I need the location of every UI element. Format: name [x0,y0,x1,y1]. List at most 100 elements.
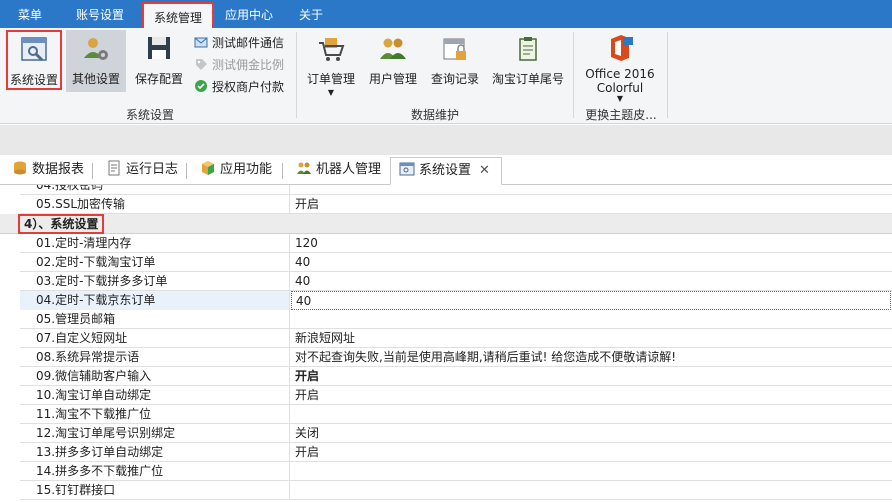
ribbon-separator [296,32,297,118]
users-icon [297,162,311,174]
table-row[interactable]: 14.拼多多不下载推广位 [0,462,892,481]
property-value[interactable]: 开启 [291,386,891,405]
save-config-button[interactable]: 保存配置 [130,30,188,92]
property-value[interactable]: 40 [291,272,891,291]
menu-item-about[interactable]: 关于 [289,0,333,28]
property-value[interactable] [291,185,891,195]
user-management-label: 用户管理 [368,72,417,86]
property-value[interactable]: 开启 [291,443,891,462]
property-name: 14.拼多多不下载推广位 [20,462,290,481]
floppy-disk-icon [148,37,170,59]
property-value[interactable] [291,405,891,424]
system-settings-label: 系统设置 [9,73,58,87]
property-name: 03.定时-下载拼多多订单 [20,272,290,291]
table-row[interactable]: 03.定时-下载拼多多订单 40 [0,272,892,291]
property-value[interactable] [291,481,891,500]
property-name: 05.SSL加密传输 [20,195,290,214]
ribbon: 系统设置 其他设置 保存配置 测试邮件通信 测试佣金比例 授权商户付款 系统设置 [0,28,892,124]
tab-separator [186,163,187,179]
ribbon-separator [667,32,668,118]
property-value[interactable]: 120 [291,234,891,253]
property-name: 04.定时-下载京东订单 [20,291,290,310]
theme-office2016-button[interactable]: Office 2016 Colorful ▼ [580,30,660,103]
settings-window-icon [21,37,47,62]
property-value[interactable]: 对不起查询失败,当前是使用高峰期,请稍后重试! 给您造成不便敬请谅解! [291,348,891,367]
test-commission-button[interactable]: 测试佣金比例 [194,56,284,74]
tab-label: 机器人管理 [316,162,382,177]
email-test-icon [194,37,208,48]
property-value[interactable]: 开启 [291,195,891,214]
close-icon[interactable]: ✕ [479,163,490,178]
ribbon-collapsed-band [0,125,892,155]
category-title: 4）、系统设置 [18,214,105,234]
cart-icon [319,38,345,61]
authorize-payment-button[interactable]: 授权商户付款 [194,78,284,96]
group-label-theme: 更换主题皮... [585,108,657,122]
chevron-down-icon: ▼ [616,94,624,103]
property-name: 05.管理员邮箱 [20,310,290,329]
table-row[interactable]: 15.钉钉群接口 [0,481,892,500]
table-row[interactable]: 05.管理员邮箱 [0,310,892,329]
table-row[interactable]: 01.定时-清理内存 120 [0,234,892,253]
user-management-button[interactable]: 用户管理 [364,30,422,92]
test-email-button[interactable]: 测试邮件通信 [194,34,284,52]
tab-data-report[interactable]: 数据报表 [4,157,92,185]
tab-robot-management[interactable]: 机器人管理 [288,157,389,185]
property-value[interactable]: 开启 [291,367,891,386]
table-row[interactable]: 13.拼多多订单自动绑定 开启 [0,443,892,462]
property-value[interactable]: 40 [291,253,891,272]
authorize-payment-label: 授权商户付款 [212,80,285,94]
query-records-button[interactable]: 查询记录 [426,30,484,92]
table-row[interactable]: 12.淘宝订单尾号识别绑定 关闭 [0,424,892,443]
table-row[interactable]: 07.自定义短网址 新浪短网址 [0,329,892,348]
property-grid: 04.授权密码 05.SSL加密传输 开启 4）、系统设置 01.定时-清理内存… [0,185,892,502]
property-value[interactable]: 关闭 [291,424,891,443]
table-row[interactable]: 08.系统异常提示语 对不起查询失败,当前是使用高峰期,请稍后重试! 给您造成不便… [0,348,892,367]
property-value[interactable] [291,310,891,329]
tab-label: 应用功能 [220,162,273,177]
office-logo-icon [611,35,633,61]
users-icon [380,38,406,59]
property-value[interactable] [291,462,891,481]
green-check-icon [195,80,207,92]
test-email-label: 测试邮件通信 [212,36,285,50]
group-label-data-maintenance: 数据维护 [410,108,459,122]
document-tabs: 数据报表 运行日志 应用功能 机器人管理 系统设置 ✕ [0,155,892,185]
settings-window-icon [399,162,415,176]
table-row[interactable]: 11.淘宝不下载推广位 [0,405,892,424]
tab-app-functions[interactable]: 应用功能 [192,157,280,185]
other-settings-label: 其他设置 [71,72,120,86]
property-name: 13.拼多多订单自动绑定 [20,443,290,462]
category-row[interactable]: 4）、系统设置 [0,214,892,234]
save-config-label: 保存配置 [134,72,183,86]
menu-item-menu[interactable]: 菜单 [8,0,52,28]
other-settings-button[interactable]: 其他设置 [66,30,126,92]
table-row[interactable]: 10.淘宝订单自动绑定 开启 [0,386,892,405]
menu-item-account-settings[interactable]: 账号设置 [66,0,134,28]
tab-label: 运行日志 [126,162,179,177]
property-name: 09.微信辅助客户输入 [20,367,290,386]
system-settings-button[interactable]: 系统设置 [6,30,62,90]
theme-line2: Colorful [596,81,644,95]
property-value[interactable]: 40 [291,291,891,310]
property-name: 04.授权密码 [20,185,290,195]
table-row[interactable]: 05.SSL加密传输 开启 [0,195,892,214]
property-value[interactable]: 新浪短网址 [291,329,891,348]
tab-label: 数据报表 [32,162,85,177]
table-row[interactable]: 09.微信辅助客户输入 开启 [0,367,892,386]
clipboard-icon [519,37,537,61]
menu-item-app-center[interactable]: 应用中心 [215,0,283,28]
table-row[interactable]: 04.授权密码 [0,185,892,195]
property-name: 10.淘宝订单自动绑定 [20,386,290,405]
menu-item-system-management[interactable]: 系统管理 [142,2,215,28]
table-row[interactable]: 02.定时-下载淘宝订单 40 [0,253,892,272]
tab-system-settings[interactable]: 系统设置 ✕ [390,157,502,185]
order-management-button[interactable]: 订单管理 ▼ [302,30,360,97]
chevron-down-icon: ▼ [327,88,335,97]
table-row[interactable]: 04.定时-下载京东订单 40 [0,291,892,310]
taobao-order-suffix-button[interactable]: 淘宝订单尾号 [488,30,568,92]
tab-run-log[interactable]: 运行日志 [98,157,186,185]
tab-separator [92,163,93,179]
tab-label: 系统设置 [419,163,472,178]
taobao-order-suffix-label: 淘宝订单尾号 [491,72,564,86]
